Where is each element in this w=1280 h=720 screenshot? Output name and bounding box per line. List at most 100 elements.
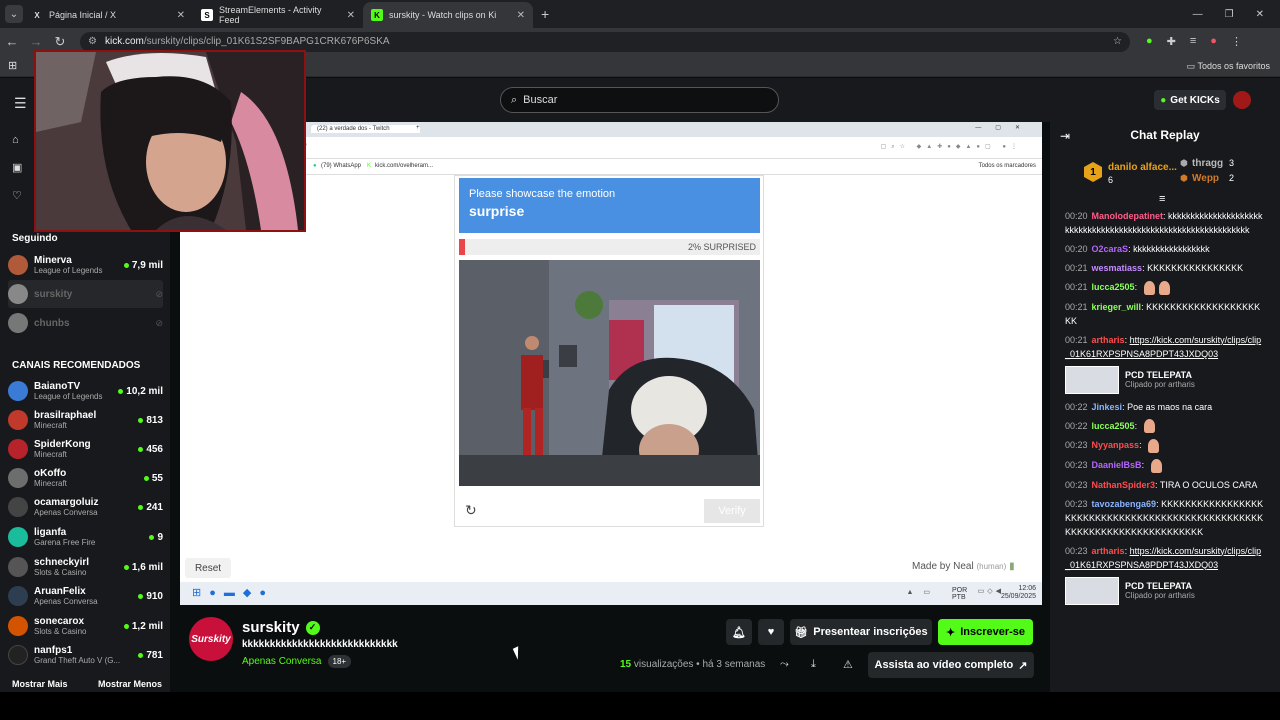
menu-kebab-icon[interactable]: ⋮: [1231, 35, 1242, 48]
subscribe-button[interactable]: ✦ Inscrever-se: [938, 619, 1033, 645]
profile-icon[interactable]: ●: [1210, 35, 1217, 48]
captcha-prompt: Please showcase the emotion: [469, 188, 616, 200]
chat-username[interactable]: artharis: [1092, 546, 1125, 556]
channel-game: Minecraft: [34, 420, 67, 430]
hamburger-menu-icon[interactable]: ☰: [14, 95, 27, 112]
show-less-button[interactable]: Mostrar Menos: [98, 679, 162, 689]
clip-title: kkkkkkkkkkkkkkkkkkkkkkkkkkkk: [242, 639, 398, 650]
report-warning-icon[interactable]: ⚠: [843, 658, 853, 671]
chat-username[interactable]: lucca2505: [1092, 421, 1135, 431]
sidebar-channel-sonecarox[interactable]: sonecarox Slots & Casino 1,2 mil: [8, 612, 163, 640]
chat-username[interactable]: Jinkesi: [1092, 402, 1123, 412]
sidebar-more-less: Mostrar Mais Mostrar Menos: [12, 679, 162, 689]
chat-username[interactable]: DaanielBsB: [1092, 460, 1142, 470]
new-tab-icon[interactable]: +: [541, 6, 549, 22]
notification-bell-button[interactable]: 🔔︎: [726, 619, 752, 645]
follow-heart-button[interactable]: ♥: [758, 619, 784, 645]
inner-all-bookmarks: Todos os marcadores: [978, 163, 1036, 169]
home-icon[interactable]: ⌂: [12, 134, 22, 146]
avatar: [8, 616, 28, 636]
url-bar[interactable]: ⚙ kick.com/surskity/clips/clip_01K61S2SF…: [80, 31, 1130, 52]
close-window-icon[interactable]: ✕: [1256, 9, 1264, 20]
clip-thumbnail: [1065, 365, 1119, 394]
sidebar-channel-ocamargoluiz[interactable]: ocamargoluiz Apenas Conversa 241: [8, 493, 163, 521]
chat-username[interactable]: Manolodepatinet: [1092, 211, 1164, 221]
browse-icon[interactable]: ▣: [12, 161, 22, 174]
sidebar-channel-okoffo[interactable]: oKoffo Minecraft 55: [8, 464, 163, 492]
inner-browser-tabbar: (22) a verdade dos - Twitch + —▢✕: [305, 122, 1042, 137]
chat-username[interactable]: wesmatiass: [1092, 263, 1143, 273]
chat-username[interactable]: artharis: [1092, 335, 1125, 345]
following-heart-icon[interactable]: ♡: [12, 189, 22, 202]
gifter-leaderboard: 1 danilo alface... 6 ⬢ thragg 3 ⬢ Wepp 2: [1084, 158, 1274, 188]
chat-username[interactable]: Nyyanpass: [1092, 440, 1140, 450]
back-icon[interactable]: ←: [0, 34, 24, 49]
browser-tab-kick[interactable]: K surskity - Watch clips on Ki ✕: [363, 2, 533, 28]
sidebar-channel-liganfa[interactable]: liganfa Garena Free Fire 9: [8, 523, 163, 551]
sidebar-channel-nanfps1[interactable]: nanfps1 Grand Theft Auto V (G... 781: [8, 641, 163, 669]
clip-embed-card[interactable]: PCD TELEPATA Clipado por artharis: [1065, 365, 1265, 394]
gift-subs-button[interactable]: 🎁︎ Presentear inscrições: [790, 619, 932, 645]
channel-name: Minerva: [34, 254, 72, 266]
live-dot-icon: [143, 475, 149, 481]
offline-icon: ⊘: [155, 288, 163, 299]
search-input[interactable]: ⌕ Buscar: [500, 87, 779, 113]
tab-search-button[interactable]: ⌄: [5, 5, 23, 23]
chat-username[interactable]: lucca2505: [1092, 282, 1135, 292]
browser-tab-x[interactable]: X Página Inicial / X ✕: [23, 2, 193, 28]
verified-badge-icon: ✓: [305, 620, 320, 635]
verify-button[interactable]: Verify: [704, 499, 760, 523]
reset-button[interactable]: Reset: [185, 558, 231, 578]
close-tab-icon[interactable]: ✕: [517, 10, 525, 21]
chat-username[interactable]: NathanSpider3: [1092, 480, 1156, 490]
user-avatar[interactable]: [1233, 91, 1251, 109]
viewer-count: 781: [138, 650, 163, 661]
apps-grid-icon[interactable]: ⊞: [8, 59, 17, 72]
sidebar-channel-brasilraphael[interactable]: brasilraphael Minecraft 813: [8, 406, 163, 434]
chat-username[interactable]: O2caraS: [1092, 244, 1129, 254]
category-link[interactable]: Apenas Conversa: [242, 656, 322, 667]
bookmark-star-icon[interactable]: ☆: [1113, 36, 1122, 47]
sidebar-channel-aruanfelix[interactable]: AruanFelix Apenas Conversa 910: [8, 582, 163, 610]
show-more-button[interactable]: Mostrar Mais: [12, 679, 68, 689]
site-info-icon[interactable]: ⚙: [88, 36, 97, 47]
sidebar-channel-baianotv[interactable]: BaianoTV League of Legends 10,2 mil: [8, 377, 163, 405]
streamer-logo[interactable]: Surskity: [189, 617, 233, 661]
clip-embed-card[interactable]: PCD TELEPATA Clipado por artharis: [1065, 576, 1265, 605]
get-kicks-button[interactable]: ● Get KICKs: [1154, 90, 1226, 110]
streamer-name[interactable]: surskity: [242, 619, 300, 636]
rank-badge: 1: [1084, 162, 1102, 182]
sidebar-channel-chunbs[interactable]: chunbs ⊘: [8, 309, 163, 337]
emotion-progress-label: 2% SURPRISED: [687, 242, 756, 252]
restore-icon[interactable]: ❐: [1225, 9, 1234, 20]
media-icon[interactable]: ≡: [1190, 35, 1196, 48]
browser-tab-streamelements[interactable]: S StreamElements - Activity Feed ✕: [193, 2, 363, 28]
chat-username[interactable]: krieger_will: [1092, 302, 1142, 312]
channel-game: League of Legends: [34, 391, 103, 401]
timestamp: 00:23: [1065, 498, 1088, 509]
chat-message: 00:23 Nyyanpass:: [1065, 438, 1265, 453]
watch-full-video-button[interactable]: Assista ao vídeo completo ↗: [868, 652, 1034, 678]
download-icon[interactable]: ⤓: [811, 658, 816, 671]
minimize-icon[interactable]: —: [1193, 9, 1203, 20]
sidebar-channel-schneckyirl[interactable]: schneckyirl Slots & Casino 1,6 mil: [8, 553, 163, 581]
close-tab-icon[interactable]: ✕: [347, 10, 355, 21]
sidebar-channel-spiderkong[interactable]: SpiderKong Minecraft 456: [8, 435, 163, 463]
viewer-count-label: 10,2 mil: [126, 385, 163, 397]
puzzle-icon[interactable]: ✚: [1167, 35, 1176, 48]
reload-icon[interactable]: ↻: [48, 34, 72, 50]
expand-leaderboard-icon[interactable]: ≡: [1159, 193, 1165, 205]
video-player[interactable]: (22) a verdade dos - Twitch + —▢✕ / ▢⌕☆ …: [180, 122, 1042, 605]
sidebar-channel-minerva[interactable]: Minerva League of Legends 7,9 mil: [8, 251, 163, 279]
chat-username[interactable]: tavozabenga69: [1092, 499, 1157, 509]
sidebar-channel-surskity[interactable]: surskity ⊘: [8, 280, 163, 308]
all-bookmarks-link[interactable]: ▭ Todos os favoritos: [1187, 61, 1270, 72]
forward-icon[interactable]: →: [24, 34, 48, 49]
live-dot-icon: [138, 446, 144, 452]
extension-icon[interactable]: ●: [1146, 35, 1153, 48]
inner-extension-icons: ▢⌕☆ ◆▲✚●◆▲●▢ ●⋮: [880, 144, 1022, 150]
captcha-refresh-icon[interactable]: ↻: [465, 502, 477, 519]
share-icon[interactable]: ⤳: [780, 658, 789, 671]
close-tab-icon[interactable]: ✕: [177, 10, 185, 21]
search-placeholder: Buscar: [523, 94, 558, 106]
